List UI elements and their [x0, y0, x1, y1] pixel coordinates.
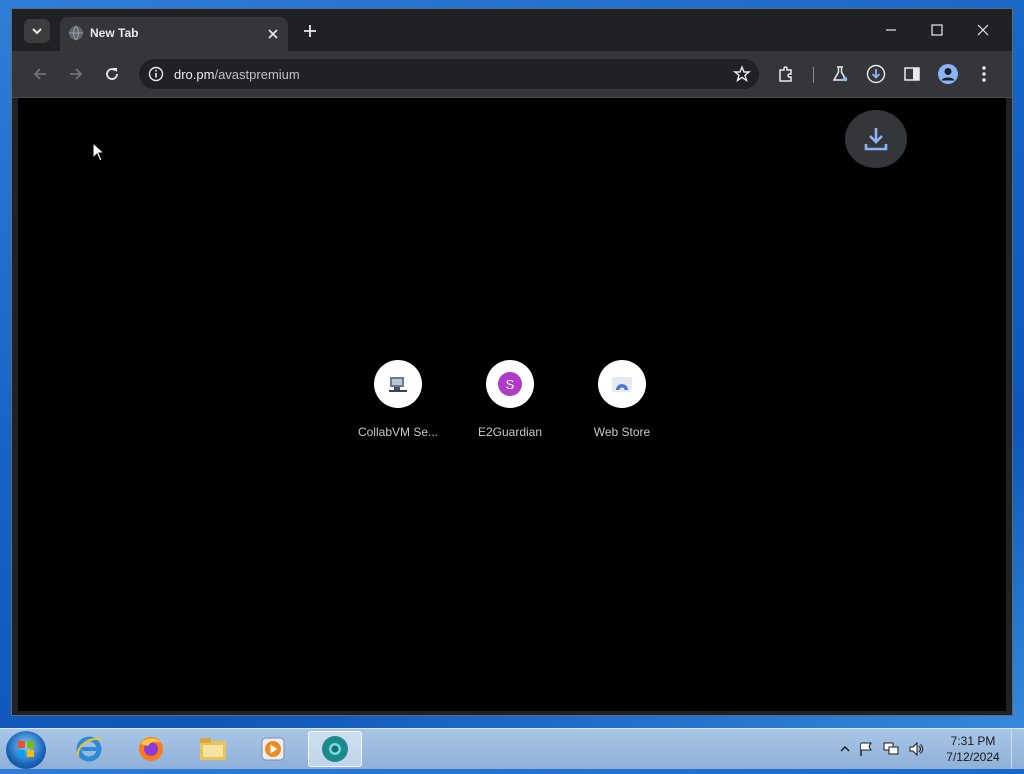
download-bubble[interactable] — [845, 110, 907, 168]
download-tray-icon — [864, 128, 888, 151]
flag-icon[interactable] — [858, 741, 874, 757]
downloads-button[interactable] — [864, 62, 888, 86]
chevron-down-icon — [32, 28, 42, 35]
letter-s-icon: S — [498, 372, 522, 396]
windows-logo-icon — [18, 741, 34, 757]
volume-icon[interactable] — [908, 741, 924, 757]
side-panel-icon — [904, 67, 920, 81]
tab-search-button[interactable] — [24, 19, 50, 43]
bookmark-star-icon[interactable] — [733, 65, 751, 88]
taskbar-media-player[interactable] — [246, 731, 300, 767]
system-clock[interactable]: 7:31 PM 7/12/2024 — [938, 733, 1008, 765]
puzzle-icon — [779, 66, 792, 82]
taskbar: 7:31 PM 7/12/2024 — [0, 728, 1024, 769]
network-icon[interactable] — [882, 741, 900, 757]
labs-button[interactable] — [828, 62, 852, 86]
new-tab-button[interactable] — [300, 21, 320, 41]
maximize-button[interactable] — [922, 19, 952, 41]
tab-strip: New Tab — [12, 9, 1012, 51]
taskbar-file-explorer[interactable] — [186, 731, 240, 767]
back-button[interactable] — [28, 62, 52, 86]
close-window-button[interactable] — [968, 19, 998, 41]
close-icon — [977, 24, 989, 36]
url-text: dro.pm/avastpremium — [174, 67, 300, 82]
system-tray — [840, 729, 924, 769]
url-path: /avastpremium — [214, 67, 300, 82]
kebab-menu-icon — [982, 66, 986, 82]
firefox-icon — [139, 737, 163, 761]
shortcut-label: Web Store — [593, 425, 651, 439]
tab-new-tab[interactable]: New Tab — [60, 17, 288, 51]
toolbar-separator — [813, 67, 814, 83]
download-icon — [866, 64, 886, 84]
forward-button[interactable] — [64, 62, 88, 86]
shortcut-label: E2Guardian — [477, 425, 543, 439]
show-desktop-button[interactable] — [1011, 729, 1024, 769]
clock-time: 7:31 PM — [950, 734, 996, 748]
mouse-cursor-icon — [92, 142, 106, 162]
side-panel-button[interactable] — [900, 62, 924, 86]
tab-close-button[interactable] — [264, 25, 282, 43]
reload-button[interactable] — [100, 62, 124, 86]
browser-window: New Tab dro.pm/avastpremium CollabVM Se.… — [11, 8, 1013, 716]
arrow-right-icon — [70, 68, 83, 80]
avatar-icon — [938, 64, 958, 84]
icon-letter: S — [505, 376, 515, 392]
minimize-button[interactable] — [876, 19, 906, 41]
shortcut-icon-wrapper: S — [486, 360, 534, 408]
chrome-icon — [322, 736, 348, 762]
menu-button[interactable] — [972, 62, 996, 86]
extensions-button[interactable] — [774, 62, 798, 86]
taskbar-internet-explorer[interactable] — [62, 731, 116, 767]
maximize-icon — [931, 24, 943, 36]
collabvm-icon — [374, 360, 422, 408]
minimize-icon — [886, 29, 896, 31]
url-host: dro.pm — [174, 67, 215, 82]
start-button[interactable] — [6, 731, 46, 769]
browser-toolbar: dro.pm/avastpremium — [12, 51, 1012, 97]
flask-icon — [832, 66, 848, 82]
plus-icon — [304, 25, 316, 37]
profile-button[interactable] — [936, 62, 960, 86]
taskbar-firefox[interactable] — [124, 731, 178, 767]
internet-explorer-icon — [76, 736, 102, 762]
taskbar-chrome[interactable] — [308, 731, 362, 767]
show-hidden-icons-icon[interactable] — [840, 744, 850, 754]
shortcut-label: CollabVM Se... — [357, 425, 439, 439]
close-icon — [268, 29, 278, 39]
shortcut-web-store[interactable]: Web Store — [566, 360, 678, 439]
site-info-icon[interactable] — [148, 66, 164, 87]
arrow-left-icon — [33, 68, 46, 80]
globe-icon — [68, 25, 84, 46]
shortcut-collabvm[interactable]: CollabVM Se... — [342, 360, 454, 439]
web-store-icon — [598, 360, 646, 408]
tab-title: New Tab — [90, 26, 139, 40]
media-player-icon — [261, 737, 285, 761]
file-explorer-icon — [200, 738, 226, 760]
address-bar[interactable]: dro.pm/avastpremium — [139, 59, 759, 89]
shortcut-e2guardian[interactable]: S E2Guardian — [454, 360, 566, 439]
reload-icon — [106, 68, 118, 80]
clock-date: 7/12/2024 — [946, 750, 1000, 764]
new-tab-page: CollabVM Se... S E2Guardian Web Store — [18, 98, 1006, 711]
